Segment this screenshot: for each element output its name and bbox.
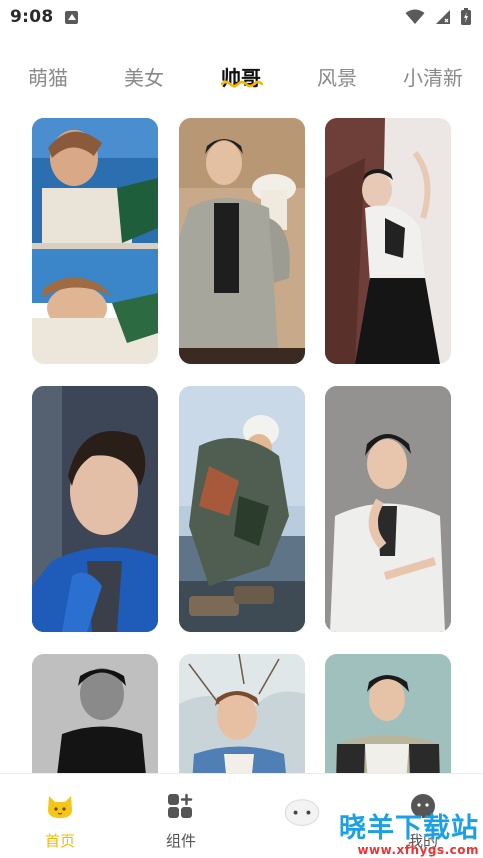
nav-widgets[interactable]: 组件 [146, 792, 216, 851]
category-tabs: 萌猫 美女 帅哥 风景 小清新 [0, 52, 483, 102]
signal-icon [436, 9, 450, 24]
photo-card[interactable] [179, 118, 305, 364]
nav-home-label: 首页 [44, 832, 75, 850]
photo-image [32, 386, 158, 632]
watermark: 晓羊下载站 www.xfhygs.com [339, 806, 479, 857]
tab-scenery[interactable]: 风景 [317, 62, 357, 91]
tab-beauties[interactable]: 美女 [124, 62, 164, 91]
battery-icon [461, 8, 471, 25]
wifi-icon [405, 9, 425, 24]
status-bar: 9:08 [0, 0, 483, 34]
photo-card[interactable] [325, 386, 451, 632]
active-tab-indicator [221, 80, 263, 88]
photo-image [179, 386, 305, 632]
notification-a-icon [65, 10, 79, 24]
photo-card[interactable] [32, 118, 158, 364]
tab-cute-cats[interactable]: 萌猫 [28, 62, 68, 91]
tab-fresh[interactable]: 小清新 [403, 62, 463, 91]
photo-image [179, 118, 305, 364]
nav-widgets-label: 组件 [165, 832, 196, 850]
watermark-title: 晓羊下载站 [339, 813, 479, 844]
photo-image [325, 118, 451, 364]
watermark-url: www.xfhygs.com [357, 843, 479, 857]
sheep-icon [284, 799, 320, 827]
nav-home[interactable]: 首页 [25, 792, 95, 851]
status-icons [405, 8, 471, 25]
photo-image [325, 386, 451, 632]
photo-card[interactable] [179, 386, 305, 632]
nav-center[interactable] [267, 792, 337, 838]
status-time: 9:08 [10, 7, 54, 27]
photo-image [32, 118, 158, 364]
cat-icon [48, 796, 72, 818]
photo-card[interactable] [325, 118, 451, 364]
photo-card[interactable] [32, 386, 158, 632]
widgets-icon [168, 793, 193, 818]
